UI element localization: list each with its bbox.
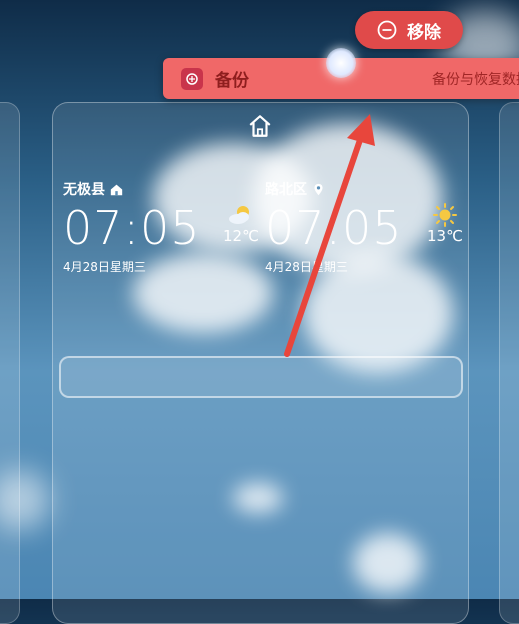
previous-card-edge[interactable] (0, 102, 20, 624)
card-cloud (233, 483, 283, 513)
location-name: 路北区 (265, 182, 307, 198)
clock-date: 4月28日星期三 (265, 260, 348, 274)
next-card-edge[interactable] (499, 102, 519, 624)
card-cloud (353, 533, 423, 593)
home-icon[interactable] (247, 113, 273, 139)
location-pin-icon (314, 183, 323, 195)
backup-title: 备份 (215, 71, 249, 91)
home-small-icon (110, 184, 123, 195)
temperature: 13℃ (427, 227, 463, 245)
backup-description: 备份与恢复数据 (432, 71, 519, 88)
location-row: 无极县 (63, 179, 201, 199)
widget-preview-card[interactable]: 无极县 07:05 4月28日星期三 12℃ 路北区 07:05 4月28日星期… (52, 102, 469, 624)
sun-icon (432, 203, 457, 227)
remove-label: 移除 (407, 22, 441, 43)
minus-circle-icon (377, 20, 397, 40)
location-row: 路北区 (265, 179, 403, 199)
temperature: 12℃ (223, 227, 259, 245)
remove-button[interactable]: 移除 (355, 11, 463, 49)
weather-right: 13℃ (427, 203, 463, 245)
touch-indicator (326, 48, 356, 78)
clock-time: 07:05 (63, 201, 201, 255)
clock-time: 07:05 (265, 201, 403, 255)
backup-icon (181, 67, 203, 90)
location-name: 无极县 (63, 182, 105, 198)
partly-cloudy-icon (228, 206, 249, 224)
clock-widget-right: 路北区 07:05 4月28日星期三 (265, 179, 403, 275)
clock-date: 4月28日星期三 (63, 260, 146, 274)
clock-widget-left: 无极县 07:05 4月28日星期三 (63, 179, 201, 275)
weather-left: 12℃ (223, 203, 259, 245)
search-bar[interactable] (59, 356, 463, 398)
